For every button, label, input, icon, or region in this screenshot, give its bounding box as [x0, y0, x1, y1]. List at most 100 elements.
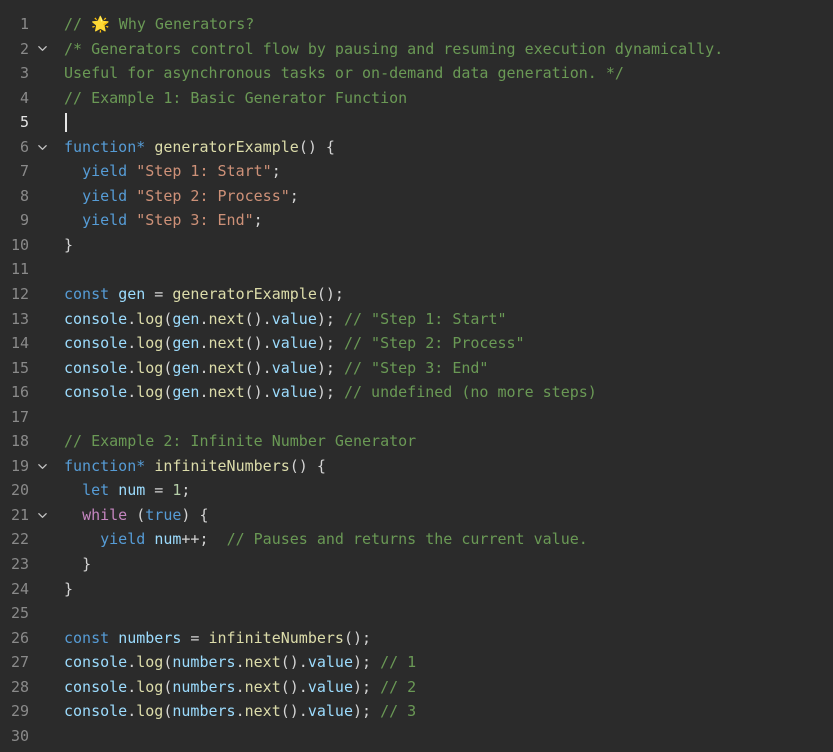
code-content[interactable]: const gen = generatorExample(); — [64, 282, 344, 307]
code-content[interactable]: yield "Step 1: Start"; — [64, 159, 281, 184]
code-line[interactable]: 14 console.log(gen.next().value); // "Ste… — [0, 331, 833, 356]
line-number: 21 — [10, 505, 29, 524]
code-line[interactable]: 1 // 🌟 Why Generators? — [0, 12, 833, 37]
code-line[interactable]: 8 yield "Step 2: Process"; — [0, 184, 833, 209]
code-line[interactable]: 29 console.log(numbers.next().value); // … — [0, 699, 833, 724]
code-content[interactable]: yield "Step 2: Process"; — [64, 184, 299, 209]
code-content[interactable]: console.log(gen.next().value); // "Step … — [64, 307, 507, 332]
code-token: = — [181, 628, 209, 647]
code-content[interactable]: console.log(gen.next().value); // "Step … — [64, 356, 488, 381]
code-content[interactable]: function* generatorExample() { — [64, 135, 335, 160]
code-line[interactable]: 30 — [0, 724, 833, 749]
code-token: . — [199, 334, 209, 353]
code-line[interactable]: 22 yield num++; // Pauses and returns th… — [0, 527, 833, 552]
code-content[interactable]: let num = 1; — [64, 478, 190, 503]
code-editor[interactable]: 1 // 🌟 Why Generators? 2 /* Generators cont… — [0, 0, 833, 752]
code-content[interactable]: console.log(numbers.next().value); // 1 — [64, 650, 416, 675]
code-line[interactable]: 18 // Example 2: Infinite Number Generato… — [0, 429, 833, 454]
code-content[interactable] — [64, 110, 67, 135]
code-content[interactable]: // 🌟 Why Generators? — [64, 12, 254, 37]
code-line[interactable]: 23 } — [0, 552, 833, 577]
fold-chevron-down-icon[interactable] — [35, 37, 49, 62]
fold-chevron-down-icon[interactable] — [35, 503, 49, 528]
code-line[interactable]: 7 yield "Step 1: Start"; — [0, 159, 833, 184]
fold-chevron-down-icon[interactable] — [35, 454, 49, 479]
code-token: log — [136, 653, 164, 672]
code-content[interactable]: function* infiniteNumbers() { — [64, 454, 326, 479]
code-content[interactable]: while (true) { — [64, 503, 209, 528]
code-line[interactable]: 20 let num = 1; — [0, 478, 833, 503]
code-line[interactable]: 3 Useful for asynchronous tasks or on-dem… — [0, 61, 833, 86]
code-token: log — [136, 334, 164, 353]
code-token: . — [127, 358, 137, 377]
line-number: 12 — [10, 285, 29, 304]
code-line[interactable]: 15 console.log(gen.next().value); // "Ste… — [0, 356, 833, 381]
code-content[interactable]: const numbers = infiniteNumbers(); — [64, 626, 371, 651]
code-line[interactable]: 11 — [0, 257, 833, 282]
code-line[interactable]: 6 function* generatorExample() { — [0, 135, 833, 160]
code-content[interactable]: Useful for asynchronous tasks or on-dema… — [64, 61, 624, 86]
code-token: . — [199, 383, 209, 402]
fold-chevron-down-icon[interactable] — [35, 135, 49, 160]
code-line[interactable]: 27 console.log(numbers.next().value); // … — [0, 650, 833, 675]
code-content[interactable]: yield num++; // Pauses and returns the c… — [64, 527, 588, 552]
line-number: 19 — [10, 456, 29, 475]
code-token: value — [271, 334, 317, 353]
code-token: next — [244, 677, 281, 696]
code-content[interactable]: // Example 1: Basic Generator Function — [64, 86, 407, 111]
code-line[interactable]: 2 /* Generators control flow by pausing a… — [0, 37, 833, 62]
code-content[interactable]: console.log(numbers.next().value); // 3 — [64, 699, 416, 724]
code-token: } — [82, 555, 92, 574]
code-token: ); — [316, 334, 344, 353]
code-line[interactable]: 16 console.log(gen.next().value); // unde… — [0, 380, 833, 405]
code-token: . — [199, 358, 209, 377]
code-line[interactable]: 10} — [0, 233, 833, 258]
code-line[interactable]: 26 const numbers = infiniteNumbers(); — [0, 626, 833, 651]
code-content[interactable]: console.log(gen.next().value); // undefi… — [64, 380, 597, 405]
code-content[interactable]: yield "Step 3: End"; — [64, 208, 263, 233]
code-line[interactable]: 4 // Example 1: Basic Generator Function — [0, 86, 833, 111]
code-line[interactable]: 25 — [0, 601, 833, 626]
code-token: // Pauses and returns the current value. — [226, 530, 588, 549]
code-content[interactable]: } — [64, 577, 73, 602]
code-line[interactable]: 13 console.log(gen.next().value); // "Ste… — [0, 307, 833, 332]
code-token: Why Generators? — [109, 15, 255, 33]
code-token: . — [127, 677, 137, 696]
code-token: . — [127, 334, 137, 353]
code-line[interactable]: 12 const gen = generatorExample(); — [0, 282, 833, 307]
code-content[interactable]: // Example 2: Infinite Number Generator — [64, 429, 416, 454]
code-token: // "Step 1: Start" — [343, 309, 507, 328]
code-token: console — [64, 334, 128, 353]
code-line[interactable]: 24} — [0, 577, 833, 602]
code-token: () { — [298, 137, 335, 156]
code-line[interactable]: 5 — [0, 110, 833, 135]
code-token: ) { — [181, 505, 209, 524]
code-token: (). — [244, 309, 272, 328]
line-number: 27 — [10, 653, 29, 672]
code-content[interactable]: } — [64, 233, 73, 258]
code-token: next — [244, 702, 281, 721]
code-line[interactable]: 28 console.log(numbers.next().value); // … — [0, 675, 833, 700]
code-line[interactable]: 9 yield "Step 3: End"; — [0, 208, 833, 233]
code-content[interactable]: console.log(numbers.next().value); // 2 — [64, 675, 416, 700]
code-content[interactable]: console.log(gen.next().value); // "Step … — [64, 331, 525, 356]
code-token: "Step 1: Start" — [136, 162, 272, 181]
line-number: 30 — [10, 726, 29, 745]
code-line[interactable]: 17 — [0, 405, 833, 430]
code-token: value — [271, 358, 317, 377]
code-token: ( — [127, 505, 146, 524]
code-token: yield — [82, 211, 128, 230]
code-content[interactable]: } — [64, 552, 91, 577]
code-token: let — [82, 481, 110, 500]
code-token: next — [208, 358, 245, 377]
line-number: 29 — [10, 702, 29, 721]
code-token: ; — [271, 162, 281, 181]
line-number: 4 — [19, 88, 29, 107]
code-token: // — [64, 15, 92, 33]
code-content[interactable]: /* Generators control flow by pausing an… — [64, 37, 723, 62]
code-line[interactable]: 21 while (true) { — [0, 503, 833, 528]
code-line[interactable]: 19 function* infiniteNumbers() { — [0, 454, 833, 479]
